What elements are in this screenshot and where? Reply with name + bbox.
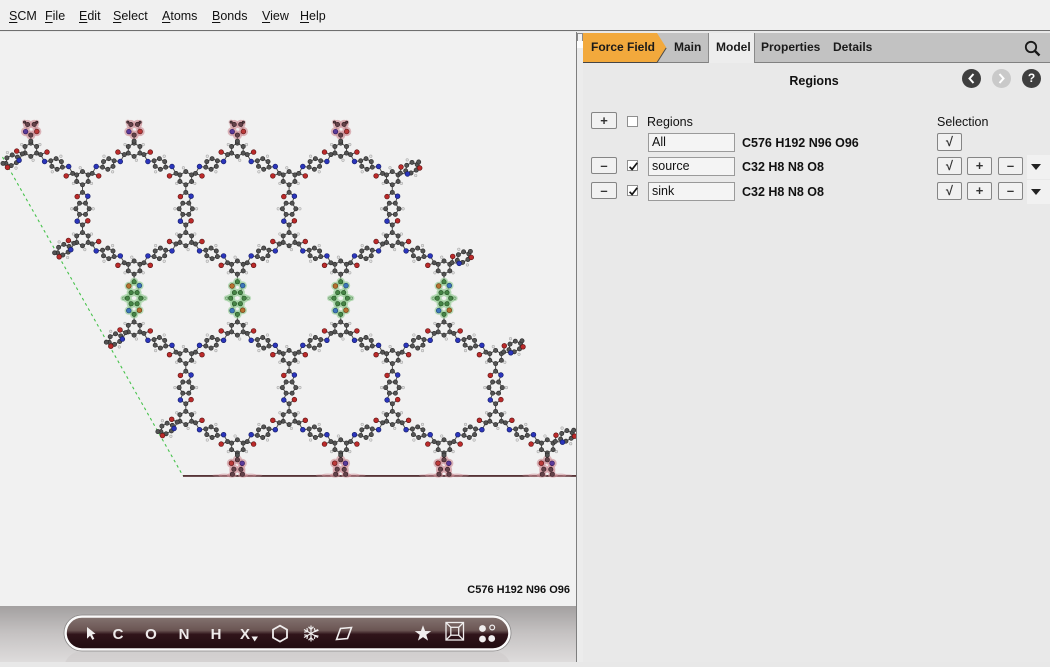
svg-text:X: X bbox=[240, 626, 250, 643]
svg-text:N: N bbox=[179, 626, 190, 643]
svg-text:C: C bbox=[113, 626, 124, 643]
svg-text:O: O bbox=[145, 626, 157, 643]
svg-text:H: H bbox=[211, 626, 222, 643]
svg-text:C576 H192 N96 O96: C576 H192 N96 O96 bbox=[467, 584, 570, 596]
